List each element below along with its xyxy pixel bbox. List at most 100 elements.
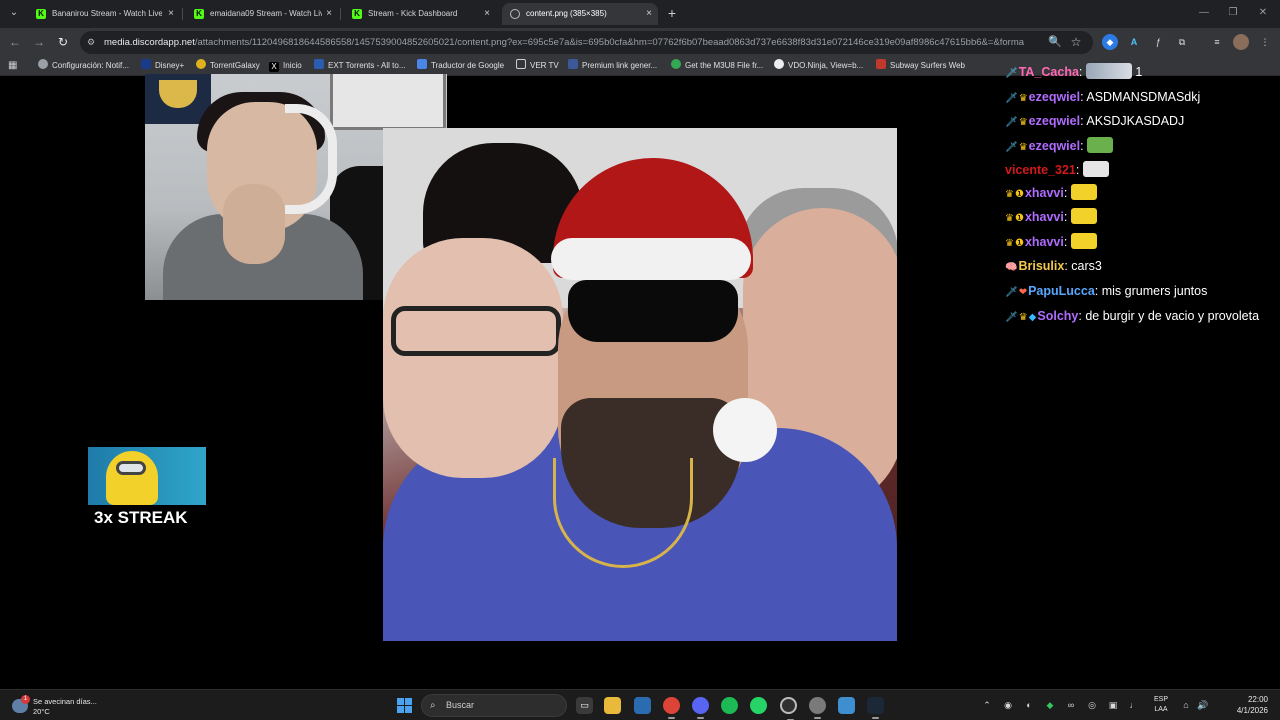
whatsapp-icon[interactable] (750, 697, 767, 714)
bookmark-inicio[interactable]: X Inicio (269, 57, 302, 75)
x-icon: X (269, 62, 279, 72)
windows-start-icon[interactable] (397, 698, 412, 713)
new-tab-button[interactable]: + (663, 4, 681, 22)
bookmark-premium-link[interactable]: Premium link gener... (568, 57, 657, 75)
kick-icon (36, 9, 46, 19)
page-viewport: 3x STREAK 🗡TA_Cacha: 1 🗡♛ezeqwiel: ASDMAN… (0, 63, 1280, 689)
chrome-icon[interactable] (663, 697, 680, 719)
window-close-icon[interactable]: ✕ (1252, 4, 1274, 22)
chat-username[interactable]: xhavvi (1025, 210, 1064, 224)
apps-grid-icon[interactable]: ▦ (8, 60, 20, 72)
bookmark-configuracion[interactable]: Configuración: Notif... (38, 57, 129, 75)
tray-chevron-up-icon[interactable]: ⌃ (980, 698, 994, 712)
translate-icon (417, 59, 427, 69)
tray-app-icon[interactable]: ◉ (1001, 698, 1015, 712)
bookmark-vdo-ninja[interactable]: VDO.Ninja, View=b... (774, 57, 863, 75)
extensions-puzzle-icon[interactable]: ⧉ (1174, 34, 1190, 50)
close-icon[interactable]: × (646, 3, 652, 25)
bookmark-m3u8[interactable]: Get the M3U8 File fr... (671, 57, 763, 75)
chat-message: vicente_321: (1005, 159, 1275, 182)
bookmark-ver-tv[interactable]: VER TV (516, 57, 559, 75)
chat-username[interactable]: vicente_321 (1005, 163, 1076, 177)
tray-display-icon[interactable]: ▣ (1106, 698, 1120, 712)
minimize-icon[interactable]: — (1193, 4, 1215, 22)
tray-shield-icon[interactable]: ◆ (1043, 698, 1057, 712)
restore-icon[interactable]: ❐ (1222, 4, 1244, 22)
sword-badge-icon: 🗡 (1005, 141, 1018, 153)
chat-username[interactable]: xhavvi (1025, 235, 1064, 249)
kick-icon (194, 9, 204, 19)
chat-username[interactable]: Solchy (1037, 309, 1078, 323)
input-language[interactable]: ESP LAA (1150, 695, 1172, 717)
chat-message: 🗡TA_Cacha: 1 (1005, 61, 1275, 86)
tab-content-png[interactable]: content.png (385×385) × (502, 3, 658, 25)
bookmark-star-icon[interactable]: ☆ (1068, 34, 1084, 50)
chat-text: AKSDJKASDADJ (1086, 114, 1185, 128)
zoom-icon[interactable]: 🔍 (1047, 34, 1063, 50)
extension-fx-icon[interactable]: ƒ (1150, 34, 1166, 50)
file-explorer-icon[interactable] (604, 697, 621, 714)
settings-gear-icon[interactable] (809, 697, 826, 719)
chat-username[interactable]: ezeqwiel (1029, 90, 1080, 104)
chat-username[interactable]: ezeqwiel (1029, 139, 1080, 153)
chat-overlay: 🗡TA_Cacha: 1 🗡♛ezeqwiel: ASDMANSDMASdkj 🗡♛… (1005, 61, 1275, 361)
discord-icon[interactable] (692, 697, 709, 719)
torrentgalaxy-icon (196, 59, 206, 69)
task-view-icon[interactable]: ▭ (576, 697, 593, 714)
volume-icon[interactable]: 🔊 (1196, 698, 1210, 712)
sword-badge-icon: 🗡 (1005, 68, 1018, 79)
microphone-icon[interactable]: ♩ (1127, 698, 1141, 712)
close-icon[interactable]: × (484, 3, 490, 25)
system-clock[interactable]: 22:00 4/1/2026 (1212, 694, 1268, 718)
photos-icon[interactable] (634, 697, 651, 714)
address-bar[interactable]: ⚙ media.discordapp.net/attachments/11204… (80, 31, 1093, 54)
site-info-icon[interactable]: ⚙ (87, 37, 98, 48)
car-emote (1082, 161, 1109, 177)
chat-message: 🗡♛◆Solchy: de burgir y de vacio y provol… (1005, 304, 1275, 328)
weather-widget[interactable]: 1 Se avecinan días... 20°C (12, 693, 132, 719)
bookmark-torrentgalaxy[interactable]: TorrentGalaxy (196, 57, 260, 75)
tray-link-icon[interactable]: ∞ (1064, 698, 1078, 712)
bookmark-subway-surfers[interactable]: Subway Surfers Web (876, 57, 965, 75)
tray-steam-icon[interactable]: ◎ (1085, 698, 1099, 712)
chat-message: ♛❶xhavvi: (1005, 231, 1275, 256)
bookmark-disney[interactable]: Disney+ (141, 57, 184, 75)
close-icon[interactable]: × (326, 3, 332, 25)
notification-badge: 1 (21, 695, 30, 704)
pepe-emote (1087, 136, 1114, 153)
tab-search-button[interactable]: ⌄ (5, 4, 23, 22)
profile-avatar[interactable] (1233, 34, 1249, 50)
bookmark-ext-torrents[interactable]: EXT Torrents - All to... (314, 57, 406, 75)
chat-username[interactable]: TA_Cacha (1019, 65, 1079, 79)
more-menu-icon[interactable]: ⋮ (1257, 34, 1273, 50)
browser-toolbar: ← → ↻ ⚙ media.discordapp.net/attachments… (0, 28, 1280, 57)
reload-icon[interactable]: ↻ (54, 33, 72, 51)
chat-username[interactable]: xhavvi (1025, 186, 1064, 200)
tab-emaidana09[interactable]: emaidana09 Stream - Watch Live × (186, 3, 338, 25)
tab-kick-dashboard[interactable]: Stream - Kick Dashboard × (344, 3, 496, 25)
back-icon[interactable]: ← (6, 33, 24, 51)
chat-username[interactable]: ezeqwiel (1029, 114, 1080, 128)
tab-bananirou[interactable]: Bananirou Stream - Watch Live × (28, 3, 180, 25)
chat-username[interactable]: Brisulix (1018, 259, 1064, 273)
tray-discord-icon[interactable]: ◐ (1022, 698, 1036, 712)
reading-list-icon[interactable]: ≡ (1209, 34, 1225, 50)
extension-translate-icon[interactable]: A (1126, 34, 1142, 50)
chat-username[interactable]: PapuLucca (1028, 284, 1095, 298)
forward-icon[interactable]: → (30, 33, 48, 51)
spotify-icon[interactable] (721, 697, 738, 714)
close-icon[interactable]: × (168, 3, 174, 25)
chat-message: 🗡♛ezeqwiel: AKSDJKASDADJ (1005, 110, 1275, 135)
bookmark-traductor[interactable]: Traductor de Google (417, 57, 504, 75)
extension-blue-icon[interactable]: ◆ (1102, 34, 1118, 50)
taskbar-search[interactable]: ⌕ Buscar (421, 694, 567, 717)
folder-icon (516, 59, 526, 69)
duck-emote (1070, 208, 1097, 224)
steam-icon[interactable] (867, 697, 884, 719)
sword-badge-icon: 🗡 (1005, 286, 1018, 298)
network-icon[interactable]: ⌂ (1179, 698, 1193, 712)
chat-message: 🧠Brisulix: cars3 (1005, 255, 1275, 280)
notepad-icon[interactable] (838, 697, 855, 714)
obs-icon[interactable] (780, 697, 797, 720)
subway-surfers-icon (876, 59, 886, 69)
